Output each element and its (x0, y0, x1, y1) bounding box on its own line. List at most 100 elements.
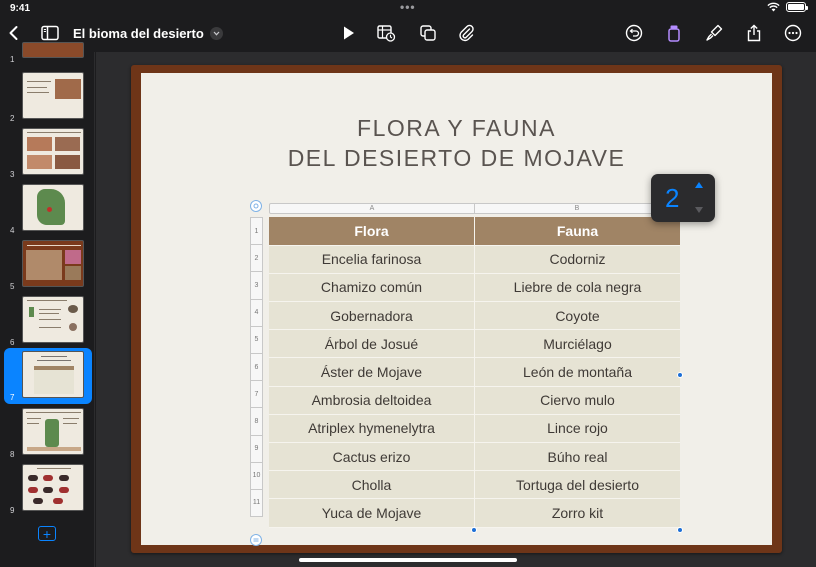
add-row-handle[interactable] (250, 534, 262, 546)
share-button[interactable] (740, 19, 768, 47)
table-select-handle[interactable] (250, 200, 262, 212)
slide-thumbnail-9[interactable]: 9 (0, 461, 95, 517)
table-grid[interactable]: Flora Fauna Encelia farinosa Codorniz Ch… (269, 217, 680, 528)
table-cell[interactable]: Fauna (474, 217, 680, 246)
battery-icon (786, 2, 808, 12)
table-cell[interactable]: Búho real (474, 442, 680, 472)
table-cell[interactable]: Ciervo mulo (474, 386, 680, 415)
insert-media-button[interactable] (452, 19, 480, 47)
slide-preview (22, 464, 84, 511)
slide-thumbnail-3[interactable]: 3 (0, 125, 95, 181)
table-cell[interactable]: Áster de Mojave (269, 357, 475, 387)
row-header[interactable]: 2 (250, 244, 263, 273)
multitasking-dots[interactable]: ••• (400, 0, 416, 14)
row-header[interactable]: 6 (250, 352, 263, 382)
slide-title-line-2: DEL DESIERTO DE MOJAVE (287, 145, 626, 171)
table-cell[interactable]: Zorro kit (474, 498, 680, 528)
chevron-down-icon (209, 27, 223, 40)
slide-canvas[interactable]: FLORA Y FAUNA DEL DESIERTO DE MOJAVE A B… (96, 52, 816, 567)
table-cell[interactable]: Árbol de Josué (269, 329, 475, 359)
table-cell[interactable]: Gobernadora (269, 301, 475, 331)
status-bar: 9:41 ••• (0, 0, 816, 16)
slide-number: 5 (10, 282, 15, 291)
document-title: El bioma del desierto (73, 26, 204, 41)
format-button[interactable] (660, 19, 688, 47)
insert-table-button[interactable] (372, 19, 400, 47)
row-header-bar[interactable]: 1 2 3 4 5 6 7 8 9 10 11 (250, 217, 263, 518)
table-cell[interactable]: Ambrosia deltoidea (269, 386, 475, 415)
resize-handle-bottom[interactable] (471, 527, 477, 533)
slide-preview (22, 72, 84, 119)
table-row: Cholla Tortuga del desierto (269, 470, 680, 500)
slide-title[interactable]: FLORA Y FAUNA DEL DESIERTO DE MOJAVE (141, 113, 772, 173)
table-cell[interactable]: Encelia farinosa (269, 245, 475, 274)
slide-number: 7 (10, 393, 15, 402)
column-header-b[interactable]: B (475, 204, 679, 213)
play-button[interactable] (334, 19, 362, 47)
slide-thumbnail-6[interactable]: 6 (0, 293, 95, 349)
table-row: Atriplex hymenelytra Lince rojo (269, 414, 680, 444)
slide-number: 4 (10, 226, 15, 235)
slide-thumbnail-8[interactable]: 8 (0, 405, 95, 461)
resize-handle-bottom-right[interactable] (677, 527, 683, 533)
slide-thumbnail-7[interactable]: 7 (4, 348, 92, 404)
wifi-icon (767, 2, 780, 12)
chevron-left-icon (9, 26, 18, 40)
slide-number: 2 (10, 114, 15, 123)
plus-icon: + (42, 525, 52, 542)
slide-preview (22, 128, 84, 175)
home-indicator[interactable] (299, 558, 517, 562)
table-cell[interactable]: Lince rojo (474, 414, 680, 444)
table-cell[interactable]: Cholla (269, 470, 475, 500)
resize-handle-right[interactable] (677, 372, 683, 378)
undo-button[interactable] (620, 19, 648, 47)
row-header[interactable]: 8 (250, 407, 263, 436)
row-header[interactable]: 10 (250, 461, 263, 490)
slide-preview (22, 42, 84, 58)
slide-preview (22, 351, 84, 398)
table-cell[interactable]: Atriplex hymenelytra (269, 414, 475, 444)
row-header[interactable]: 9 (250, 434, 263, 463)
table-row: Ambrosia deltoidea Ciervo mulo (269, 386, 680, 415)
table-cell[interactable]: Murciélago (474, 329, 680, 359)
stepper-up-arrow-icon[interactable] (695, 182, 703, 188)
row-header[interactable]: 3 (250, 271, 263, 300)
row-header[interactable]: 7 (250, 380, 263, 409)
table-row: Yuca de Mojave Zorro kit (269, 498, 680, 528)
more-button[interactable] (779, 19, 807, 47)
stepper-value: 2 (665, 183, 680, 213)
shapes-icon (420, 25, 436, 41)
table-cell[interactable]: Yuca de Mojave (269, 498, 475, 528)
row-header[interactable]: 1 (250, 217, 263, 246)
table-cell[interactable]: Coyote (474, 301, 680, 331)
table-cell[interactable]: Flora (269, 217, 475, 246)
table-cell[interactable]: Liebre de cola negra (474, 273, 680, 303)
column-header-bar[interactable]: A B (269, 203, 680, 214)
slide-thumbnail-5[interactable]: 5 (0, 237, 95, 293)
row-header[interactable]: 11 (250, 488, 263, 518)
table-cell[interactable]: Tortuga del desierto (474, 470, 680, 500)
toolbar: El bioma del desierto (0, 16, 816, 52)
column-count-stepper[interactable]: 2 (651, 174, 715, 222)
table-cell[interactable]: Chamizo común (269, 273, 475, 303)
animate-button[interactable] (700, 19, 728, 47)
insert-shape-button[interactable] (414, 19, 442, 47)
table-row: Encelia farinosa Codorniz (269, 245, 680, 274)
document-title-menu[interactable]: El bioma del desierto (73, 26, 223, 41)
table-row: Áster de Mojave León de montaña (269, 357, 680, 387)
play-icon (344, 26, 354, 40)
column-header-a[interactable]: A (270, 204, 475, 213)
table-cell[interactable]: León de montaña (474, 357, 680, 387)
row-header[interactable]: 4 (250, 298, 263, 327)
table-cell[interactable]: Cactus erizo (269, 442, 475, 472)
add-slide-button[interactable]: + (38, 526, 56, 541)
table-cell[interactable]: Codorniz (474, 245, 680, 274)
slide-thumbnail-2[interactable]: 2 (0, 69, 95, 125)
stepper-down-arrow-icon[interactable] (695, 207, 703, 213)
paintbrush-icon (706, 24, 723, 41)
slide-thumbnail-4[interactable]: 4 (0, 181, 95, 237)
slide-number: 8 (10, 450, 15, 459)
slide[interactable]: FLORA Y FAUNA DEL DESIERTO DE MOJAVE A B… (141, 73, 772, 546)
row-header[interactable]: 5 (250, 325, 263, 354)
slide-thumbnail-1[interactable]: 1 (0, 42, 95, 64)
